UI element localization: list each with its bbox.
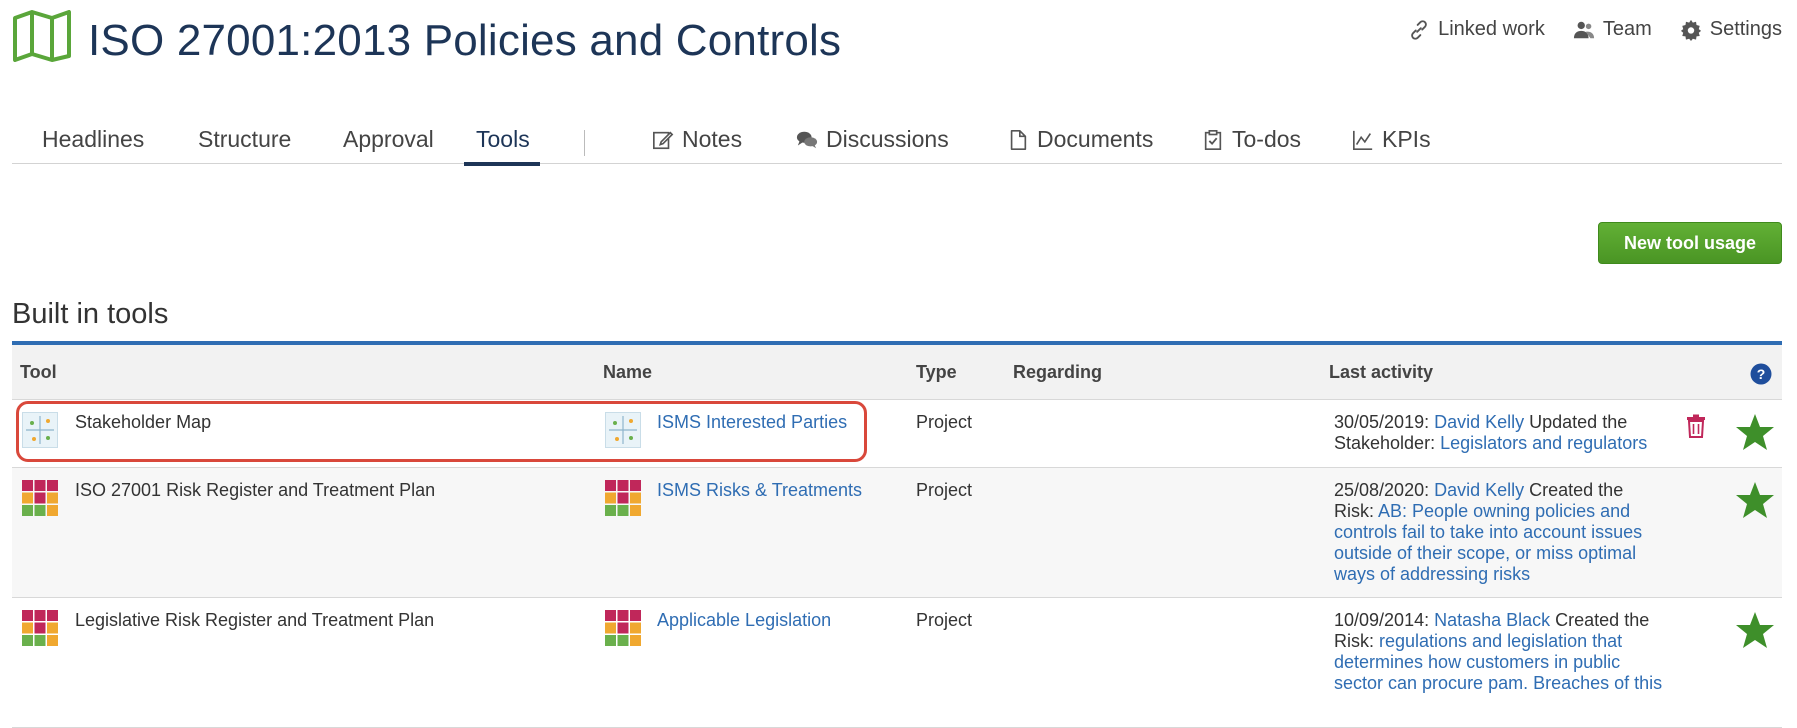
column-header-last-activity[interactable]: Last activity [1329, 362, 1433, 383]
section-title: Built in tools [12, 298, 169, 330]
last-activity: 25/08/2020: David Kelly Created the Risk… [1334, 480, 1664, 585]
risk-register-icon [605, 610, 641, 646]
last-activity: 10/09/2014: Natasha Black Created the Ri… [1334, 610, 1664, 694]
risk-register-icon [605, 480, 641, 516]
column-header-regarding[interactable]: Regarding [1013, 362, 1102, 383]
settings-link[interactable]: Settings [1680, 18, 1782, 41]
tab-label: Structure [198, 126, 292, 152]
column-header-tool[interactable]: Tool [20, 362, 57, 383]
type-value: Project [916, 480, 973, 500]
type-value: Project [916, 610, 973, 630]
tab-discussions[interactable]: Discussions [784, 126, 961, 164]
risk-register-icon [22, 610, 58, 646]
tab-tools[interactable]: Tools [464, 126, 540, 166]
tab-structure[interactable]: Structure [186, 126, 303, 164]
stakeholder-map-icon [22, 412, 58, 448]
page-header: ISO 27001:2013 Policies and Controls Lin… [12, 8, 1782, 68]
tool-usage-link[interactable]: ISMS Interested Parties [657, 412, 847, 433]
tools-table: Tool Name Type Regarding Last activity ?… [12, 341, 1782, 728]
star-icon[interactable] [1735, 480, 1775, 520]
tab-label: KPIs [1382, 126, 1431, 152]
linked-work-label: Linked work [1438, 18, 1545, 40]
tab-headlines[interactable]: Headlines [30, 126, 156, 164]
activity-target-link[interactable]: AB: People owning policies and controls … [1334, 501, 1642, 584]
gear-icon [1680, 19, 1701, 41]
chat-icon [796, 131, 818, 149]
new-tool-usage-button[interactable]: New tool usage [1598, 222, 1782, 264]
activity-date: 25/08/2020: [1334, 480, 1435, 500]
settings-label: Settings [1709, 18, 1782, 40]
tab-label: Headlines [42, 126, 145, 152]
tool-usage-link[interactable]: ISMS Risks & Treatments [657, 480, 862, 501]
tool-usage-link[interactable]: Applicable Legislation [657, 610, 831, 631]
risk-register-icon [22, 480, 58, 516]
tab-todos[interactable]: To-dos [1190, 126, 1313, 164]
tab-label: Notes [682, 126, 743, 152]
star-icon[interactable] [1735, 412, 1775, 452]
activity-date: 10/09/2014: [1334, 610, 1435, 630]
clipboard-check-icon [1204, 130, 1222, 150]
help-icon[interactable]: ? [1750, 363, 1772, 385]
tool-name: Legislative Risk Register and Treatment … [75, 610, 435, 630]
last-activity: 30/05/2019: David Kelly Updated the Stak… [1334, 412, 1664, 454]
tab-approval[interactable]: Approval [331, 126, 446, 164]
column-header-name[interactable]: Name [603, 362, 652, 383]
activity-target-link[interactable]: regulations and legislation that determi… [1334, 631, 1662, 693]
edit-icon [653, 131, 674, 150]
activity-user-link[interactable]: David Kelly [1434, 412, 1524, 432]
tab-label: Tools [476, 126, 530, 152]
tab-label: Documents [1037, 126, 1154, 152]
activity-user-link[interactable]: David Kelly [1434, 480, 1524, 500]
column-header-type[interactable]: Type [916, 362, 957, 383]
page-title: ISO 27001:2013 Policies and Controls [88, 16, 842, 65]
team-icon [1573, 21, 1594, 38]
stakeholder-map-icon [605, 412, 641, 448]
tab-kpis[interactable]: KPIs [1340, 126, 1443, 164]
table-row: Legislative Risk Register and Treatment … [12, 598, 1782, 728]
tab-label: Approval [343, 126, 434, 152]
tab-notes[interactable]: Notes [640, 126, 754, 164]
activity-target-link[interactable]: Legislators and regulators [1440, 433, 1647, 453]
line-chart-icon [1353, 130, 1373, 150]
team-label: Team [1602, 18, 1652, 40]
tool-name: ISO 27001 Risk Register and Treatment Pl… [75, 480, 436, 500]
tab-label: To-dos [1232, 126, 1302, 152]
table-row: Stakeholder Map ISMS Interested Parties … [12, 400, 1782, 468]
document-icon [1010, 130, 1027, 150]
linked-work-link[interactable]: Linked work [1408, 18, 1545, 41]
map-icon [13, 10, 71, 62]
activity-date: 30/05/2019: [1334, 412, 1435, 432]
activity-user-link[interactable]: Natasha Black [1434, 610, 1550, 630]
tab-bar: Headlines Structure Approval Tools Notes… [12, 118, 1782, 166]
top-links: Linked work Team Settings [1408, 18, 1782, 41]
table-header: Tool Name Type Regarding Last activity ? [12, 345, 1782, 400]
table-row: ISO 27001 Risk Register and Treatment Pl… [12, 468, 1782, 598]
tab-documents[interactable]: Documents [995, 126, 1165, 164]
star-icon[interactable] [1735, 610, 1775, 650]
type-value: Project [916, 412, 973, 432]
tool-name: Stakeholder Map [75, 412, 212, 432]
link-icon [1411, 19, 1427, 40]
trash-icon[interactable] [1685, 414, 1707, 438]
svg-text:?: ? [1757, 366, 1766, 382]
tab-separator [584, 130, 585, 156]
tab-label: Discussions [826, 126, 949, 152]
team-link[interactable]: Team [1573, 18, 1652, 41]
